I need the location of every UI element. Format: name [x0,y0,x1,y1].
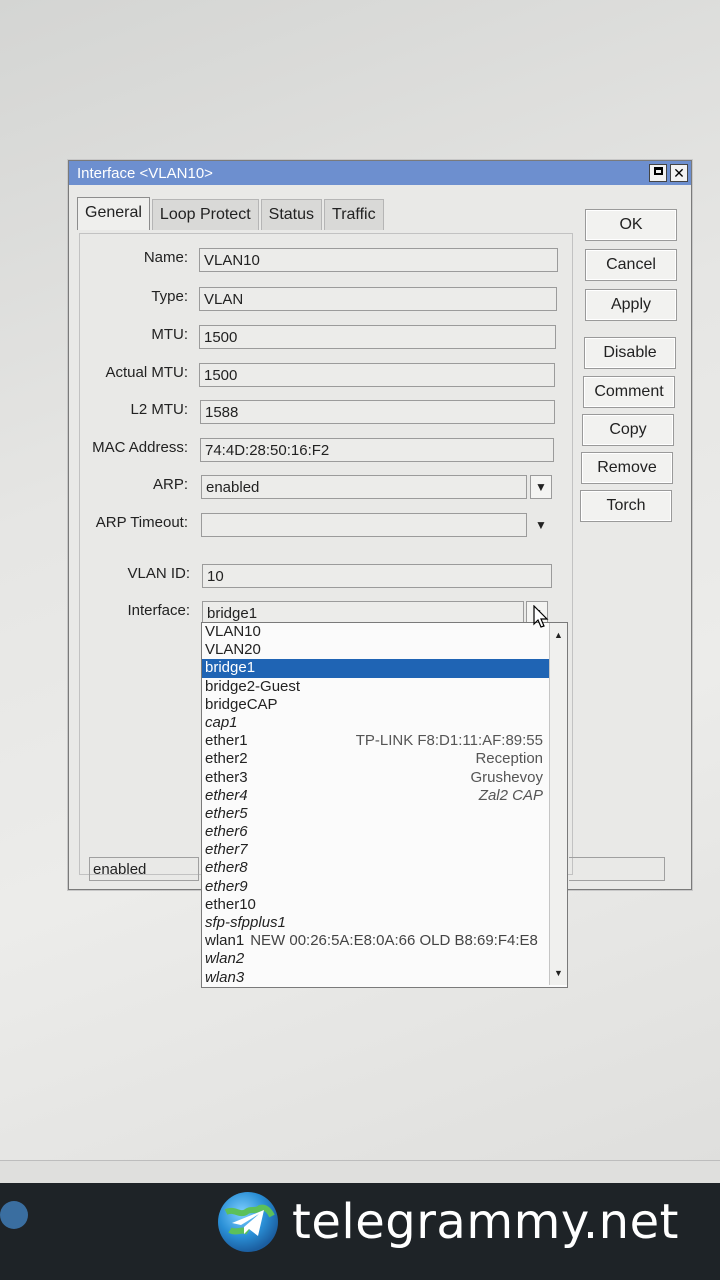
dropdown-item-comment: Reception [475,750,543,768]
arp-label: ARP: [152,476,188,493]
comment-button[interactable]: Comment [583,376,675,408]
arp-select[interactable]: enabled [201,475,527,499]
dropdown-item-name: VLAN10 [205,623,261,640]
arp-dropdown-icon[interactable]: ▼ [530,475,552,499]
dropdown-item-name: ether6 [205,823,248,841]
l2-mtu-label: L2 MTU: [130,401,188,418]
dropdown-item-name: ether7 [205,841,248,859]
dropdown-item[interactable]: VLAN10 [202,623,549,641]
actual-mtu-field: 1500 [199,363,555,387]
arp-timeout-dropdown-icon[interactable]: ▼ [535,518,547,532]
dropdown-item[interactable]: bridge1 [202,659,549,678]
l2-mtu-field[interactable]: 1588 [200,400,555,424]
dropdown-item[interactable]: ether4 Zal2 CAP [202,787,549,805]
dropdown-items: VLAN10 VLAN20 bridge1 bridge2-Guest bridgeCA… [202,623,549,987]
mac-address-label: MAC Address: [92,439,188,456]
dropdown-item-name: ether9 [205,877,248,895]
dropdown-item-name: ether8 [205,859,248,877]
tab-general[interactable]: General [77,197,150,230]
scroll-up-icon[interactable]: ▲ [550,627,567,643]
dropdown-item-comment: TP-LINK F8:D1:11:AF:89:55 [355,732,543,750]
dropdown-item-name: ether2 [205,750,248,768]
dropdown-item-name: ether4 [205,786,248,804]
dropdown-item-name: bridge1 [205,659,256,677]
dropdown-item[interactable]: ether9 [202,878,549,896]
dropdown-item-name: sfp-sfpplus1 [205,914,286,931]
dropdown-item[interactable]: ether7 [202,841,549,859]
mouse-cursor-icon [533,605,549,628]
dropdown-scrollbar[interactable]: ▲ ▼ [549,623,567,985]
dropdown-item[interactable]: sfp-sfpplus1 [202,914,549,932]
dropdown-item[interactable]: ether2 Reception [202,750,549,768]
dropdown-item[interactable]: wlan1 NEW 00:26:5A:E8:0A:66 OLD B8:69:F4:… [202,932,549,950]
dropdown-item-comment: NEW 00:26:5A:E8:0A:66 OLD B8:69:F4:E8 [250,932,538,950]
vlan-id-field[interactable]: 10 [202,564,552,588]
telegram-globe-icon [218,1192,278,1252]
interface-dropdown-list[interactable]: VLAN10 VLAN20 bridge1 bridge2-Guest bridgeCA… [201,622,568,988]
dropdown-item-name: ether10 [205,895,256,913]
dropdown-item[interactable]: ether5 [202,805,549,823]
cancel-button[interactable]: Cancel [585,249,677,281]
dropdown-item-name: bridge2-Guest [205,677,301,695]
title-bar[interactable]: Interface <VLAN10> ✕ [69,161,691,185]
status-field-right [569,857,665,881]
type-field: VLAN [199,287,557,311]
dropdown-item-name: VLAN20 [205,641,261,659]
dropdown-item-name: wlan3 [205,968,245,986]
torch-button[interactable]: Torch [580,490,672,522]
dropdown-item[interactable]: wlan2 [202,950,549,968]
dropdown-item-name: wlan1 [205,932,245,950]
mac-address-field: 74:4D:28:50:16:F2 [200,438,554,462]
dropdown-item[interactable]: VLAN20 [202,641,549,659]
mtu-field[interactable]: 1500 [199,325,556,349]
apply-button[interactable]: Apply [585,289,677,321]
dropdown-item[interactable]: ether3 Grushevoy [202,769,549,787]
dropdown-item[interactable]: bridgeCAP [202,696,549,714]
dropdown-item-name: ether1 [205,732,248,750]
tab-loop-protect[interactable]: Loop Protect [151,199,259,230]
dropdown-item-name: wlan2 [205,950,245,968]
maximize-icon[interactable] [649,164,667,182]
dropdown-item-name: ether5 [205,804,248,822]
status-field: enabled [89,857,199,881]
tab-bar: General Loop Protect Status Traffic [77,197,386,230]
dropdown-item[interactable]: ether8 [202,859,549,877]
remove-button[interactable]: Remove [581,452,673,484]
type-label: Type: [151,288,188,305]
taskbar-app-icon[interactable] [0,1201,28,1229]
interface-label: Interface: [127,602,190,619]
dropdown-item-comment: Zal2 CAP [478,786,543,804]
mtu-label: MTU: [151,326,188,343]
dropdown-item[interactable]: ether10 [202,896,549,914]
dropdown-item[interactable]: wlan3 [202,969,549,987]
vlan-id-label: VLAN ID: [127,565,190,582]
dropdown-item[interactable]: ether1 TP-LINK F8:D1:11:AF:89:55 [202,732,549,750]
dropdown-item[interactable]: bridge2-Guest [202,678,549,696]
window-title: Interface <VLAN10> [77,164,213,182]
arp-timeout-label: ARP Timeout: [95,514,188,531]
dropdown-item-name: bridgeCAP [205,695,278,713]
dropdown-item[interactable]: cap1 [202,714,549,732]
watermark: telegrammy.net [216,1190,679,1254]
name-label: Name: [143,249,188,266]
disable-button[interactable]: Disable [584,337,676,369]
dropdown-item[interactable]: ether6 [202,823,549,841]
tab-status[interactable]: Status [260,199,323,230]
dropdown-item-name: cap1 [205,713,238,731]
dropdown-item-name: ether3 [205,768,248,786]
close-icon[interactable]: ✕ [670,164,688,182]
actual-mtu-label: Actual MTU: [105,364,188,381]
tab-traffic[interactable]: Traffic [324,199,384,230]
screen-bottom-edge [0,1160,720,1183]
ok-button[interactable]: OK [585,209,677,241]
watermark-text: telegrammy.net [292,1194,679,1250]
copy-button[interactable]: Copy [582,414,674,446]
arp-timeout-field[interactable] [201,513,527,537]
dropdown-item-comment: Grushevoy [470,768,543,786]
scroll-down-icon[interactable]: ▼ [550,965,567,981]
name-field[interactable]: VLAN10 [199,248,558,272]
